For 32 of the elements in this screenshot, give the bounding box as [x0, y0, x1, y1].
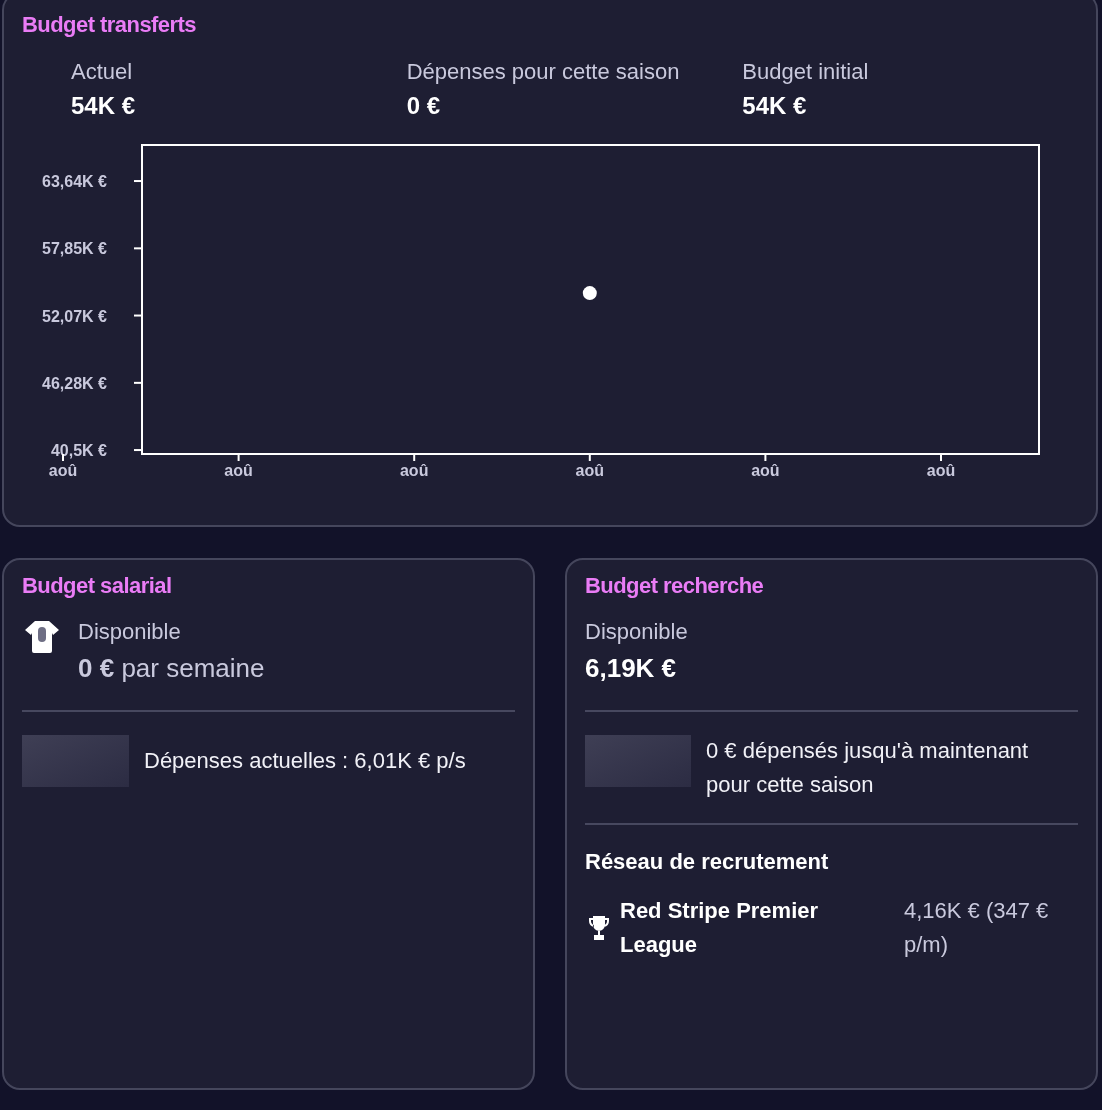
x-tick-label: aoû — [48, 462, 78, 479]
y-tick-label: 57,85K € — [42, 240, 107, 258]
x-tick-label: aoû — [224, 462, 253, 479]
current-spending-text: Dépenses actuelles : 6,01K € p/s — [144, 747, 466, 775]
spent-text: 0 € dépensés jusqu'à maintenant pour cette saison — [706, 737, 1030, 799]
x-tick-label: aoû — [926, 462, 956, 479]
y-tick-label: 40,5K € — [50, 442, 107, 460]
stat-value: 0 € — [406, 91, 441, 121]
trophy-icon — [588, 915, 610, 941]
available-label: Disponible — [78, 618, 182, 646]
stat-value: 54K € — [742, 91, 807, 121]
section-heading: Réseau de recrutement — [585, 848, 829, 876]
y-tick-label: 63,64K € — [42, 173, 107, 191]
stat-label: Actuel — [71, 58, 133, 86]
x-tick-label: aoû — [399, 462, 429, 479]
stat-value: 54K € — [71, 91, 136, 121]
card-title: Budget recherche — [585, 572, 764, 600]
card-title: Budget salarial — [22, 572, 172, 600]
stat-label: Dépenses pour cette saison — [406, 58, 680, 86]
available-amount: 0 € par semaine — [78, 652, 265, 685]
x-tick-label: aoû — [751, 462, 780, 479]
shirt-icon — [24, 618, 60, 654]
available-amount: 6,19K € — [585, 652, 677, 685]
card-title: Budget transferts — [22, 11, 196, 39]
available-label: Disponible — [585, 618, 688, 646]
x-tick-label: aoû — [575, 462, 605, 479]
league-name: Red Stripe Premier League — [620, 897, 820, 959]
league-cost: 4,16K € (347 € p/m) — [904, 897, 1050, 959]
y-tick-label: 46,28K € — [42, 374, 107, 392]
y-tick-label: 52,07K € — [42, 307, 107, 325]
data-point — [582, 286, 597, 301]
stat-label: Budget initial — [742, 58, 869, 86]
